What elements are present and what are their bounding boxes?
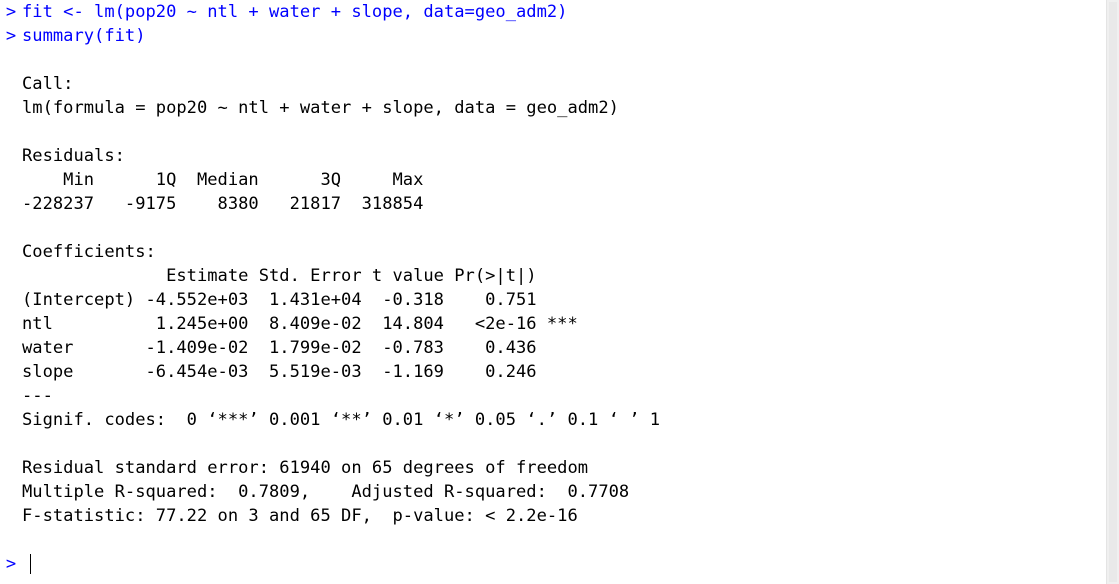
- text-cursor: [30, 554, 31, 574]
- command-line-fit: fit <- lm(pop20 ~ ntl + water + slope, d…: [22, 2, 568, 22]
- residuals-header: Residuals:: [22, 146, 125, 166]
- coefficients-column-header: Estimate Std. Error t value Pr(>|t|): [22, 266, 578, 286]
- residuals-values: -228237 -9175 8380 21817 318854: [22, 194, 434, 214]
- active-prompt-symbol: >: [5, 554, 17, 574]
- call-header: Call:: [22, 74, 74, 94]
- console-input-line[interactable]: [22, 552, 1097, 576]
- prompt-symbol: >: [5, 2, 17, 22]
- residuals-labels: Min 1Q Median 3Q Max: [22, 170, 434, 190]
- coefficient-row-ntl: ntl 1.245e+00 8.409e-02 14.804 <2e-16 **…: [22, 314, 578, 334]
- call-formula: lm(formula = pop20 ~ ntl + water + slope…: [22, 98, 619, 118]
- residual-standard-error: Residual standard error: 61940 on 65 deg…: [22, 458, 589, 478]
- separator: ---: [22, 386, 53, 406]
- console-output: fit <- lm(pop20 ~ ntl + water + slope, d…: [22, 0, 1097, 576]
- r-squared-line: Multiple R-squared: 0.7809, Adjusted R-s…: [22, 482, 640, 502]
- vertical-scrollbar[interactable]: [1106, 0, 1119, 584]
- coefficient-row-water: water -1.409e-02 1.799e-02 -0.783 0.436: [22, 338, 578, 358]
- scrollbar-thumb[interactable]: [1109, 2, 1117, 582]
- f-statistic-line: F-statistic: 77.22 on 3 and 65 DF, p-val…: [22, 506, 578, 526]
- r-console[interactable]: > > > fit <- lm(pop20 ~ ntl + water + sl…: [0, 0, 1106, 584]
- coefficient-row-intercept: (Intercept) -4.552e+03 1.431e+04 -0.318 …: [22, 290, 578, 310]
- coefficient-row-slope: slope -6.454e-03 5.519e-03 -1.169 0.246: [22, 362, 578, 382]
- coefficients-header: Coefficients:: [22, 242, 156, 262]
- signif-codes: Signif. codes: 0 ‘***’ 0.001 ‘**’ 0.01 ‘…: [22, 410, 661, 430]
- prompt-symbol: >: [5, 26, 17, 46]
- command-line-summary: summary(fit): [22, 26, 146, 46]
